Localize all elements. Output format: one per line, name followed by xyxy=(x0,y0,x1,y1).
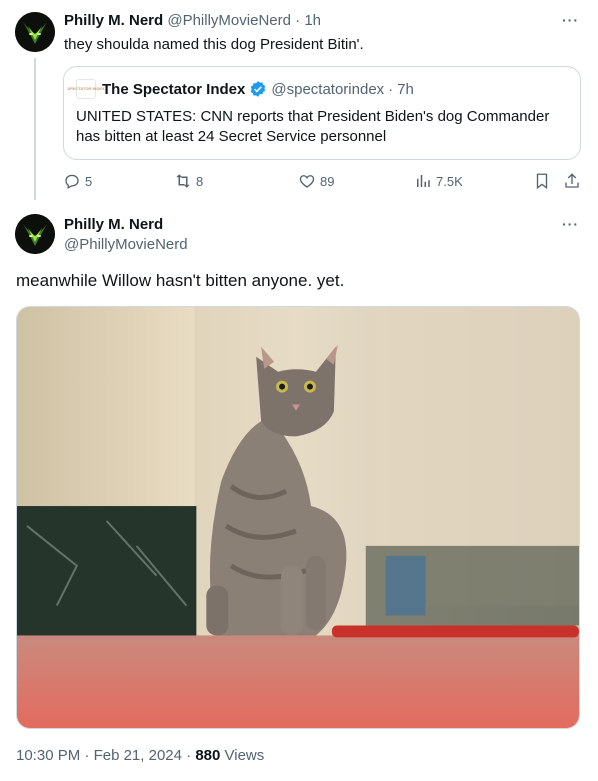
reply-icon xyxy=(65,174,79,189)
views-count: 880 xyxy=(195,747,221,764)
retweet-button[interactable]: 8 xyxy=(174,172,203,190)
views-icon xyxy=(417,175,430,187)
author-name[interactable]: Philly M. Nerd xyxy=(64,12,163,29)
tweet-date[interactable]: Feb 21, 2024 xyxy=(94,747,182,764)
separator: · xyxy=(388,80,394,98)
quote-author-handle: @spectatorindex xyxy=(271,80,385,98)
quoted-tweet[interactable]: SPECTATOR INDEX The Spectator Index @spe… xyxy=(63,66,581,160)
bookmark-icon xyxy=(536,173,548,190)
share-icon xyxy=(565,173,579,188)
quote-header: SPECTATOR INDEX The Spectator Index @spe… xyxy=(67,79,414,99)
action-bar: 5 8 89 7.5K xyxy=(63,172,581,194)
avatar[interactable] xyxy=(15,12,55,52)
retweet-icon xyxy=(176,174,190,188)
tweet-photo[interactable] xyxy=(16,306,580,729)
quote-author-name: The Spectator Index xyxy=(102,80,246,98)
quote-time: 7h xyxy=(397,80,414,98)
separator: · xyxy=(186,747,192,764)
cat-photo xyxy=(17,307,579,728)
verified-badge-icon xyxy=(251,81,266,97)
avatar-image xyxy=(15,214,55,254)
thread-line xyxy=(34,58,36,200)
separator: · xyxy=(84,747,90,764)
like-button[interactable]: 89 xyxy=(298,172,334,190)
tweet-time[interactable]: 1h xyxy=(304,12,321,29)
like-icon xyxy=(299,175,315,188)
retweet-count: 8 xyxy=(196,173,204,189)
spectator-logo-icon: SPECTATOR INDEX xyxy=(67,79,105,99)
author-handle[interactable]: @PhillyMovieNerd xyxy=(64,236,188,253)
views-count: 7.5K xyxy=(436,173,463,189)
more-dots-icon[interactable]: ··· xyxy=(562,216,579,232)
views-label: Views xyxy=(224,747,265,764)
quote-text: UNITED STATES: CNN reports that Presiden… xyxy=(76,108,550,145)
separator: · xyxy=(295,12,301,29)
reply-count: 5 xyxy=(85,173,93,189)
views-button[interactable]: 7.5K xyxy=(414,172,463,190)
tweet-text: meanwhile Willow hasn't bitten anyone. y… xyxy=(16,271,345,290)
author-handle[interactable]: @PhillyMovieNerd xyxy=(167,12,291,29)
bookmark-button[interactable] xyxy=(533,172,555,190)
avatar[interactable] xyxy=(15,214,55,254)
tweet-header: Philly M. Nerd @PhillyMovieNerd · 1h xyxy=(64,12,321,29)
tweet-text: they shoulda named this dog President Bi… xyxy=(64,36,364,53)
author-name[interactable]: Philly M. Nerd xyxy=(64,216,163,233)
tweet-meta: 10:30 PM · Feb 21, 2024 · 880 Views xyxy=(16,747,264,764)
more-dots-icon[interactable]: ··· xyxy=(562,12,579,28)
avatar-image xyxy=(15,12,55,52)
tweet-time[interactable]: 10:30 PM xyxy=(16,747,80,764)
like-count: 89 xyxy=(320,173,335,189)
share-button[interactable] xyxy=(563,172,585,190)
reply-button[interactable]: 5 xyxy=(63,172,92,190)
